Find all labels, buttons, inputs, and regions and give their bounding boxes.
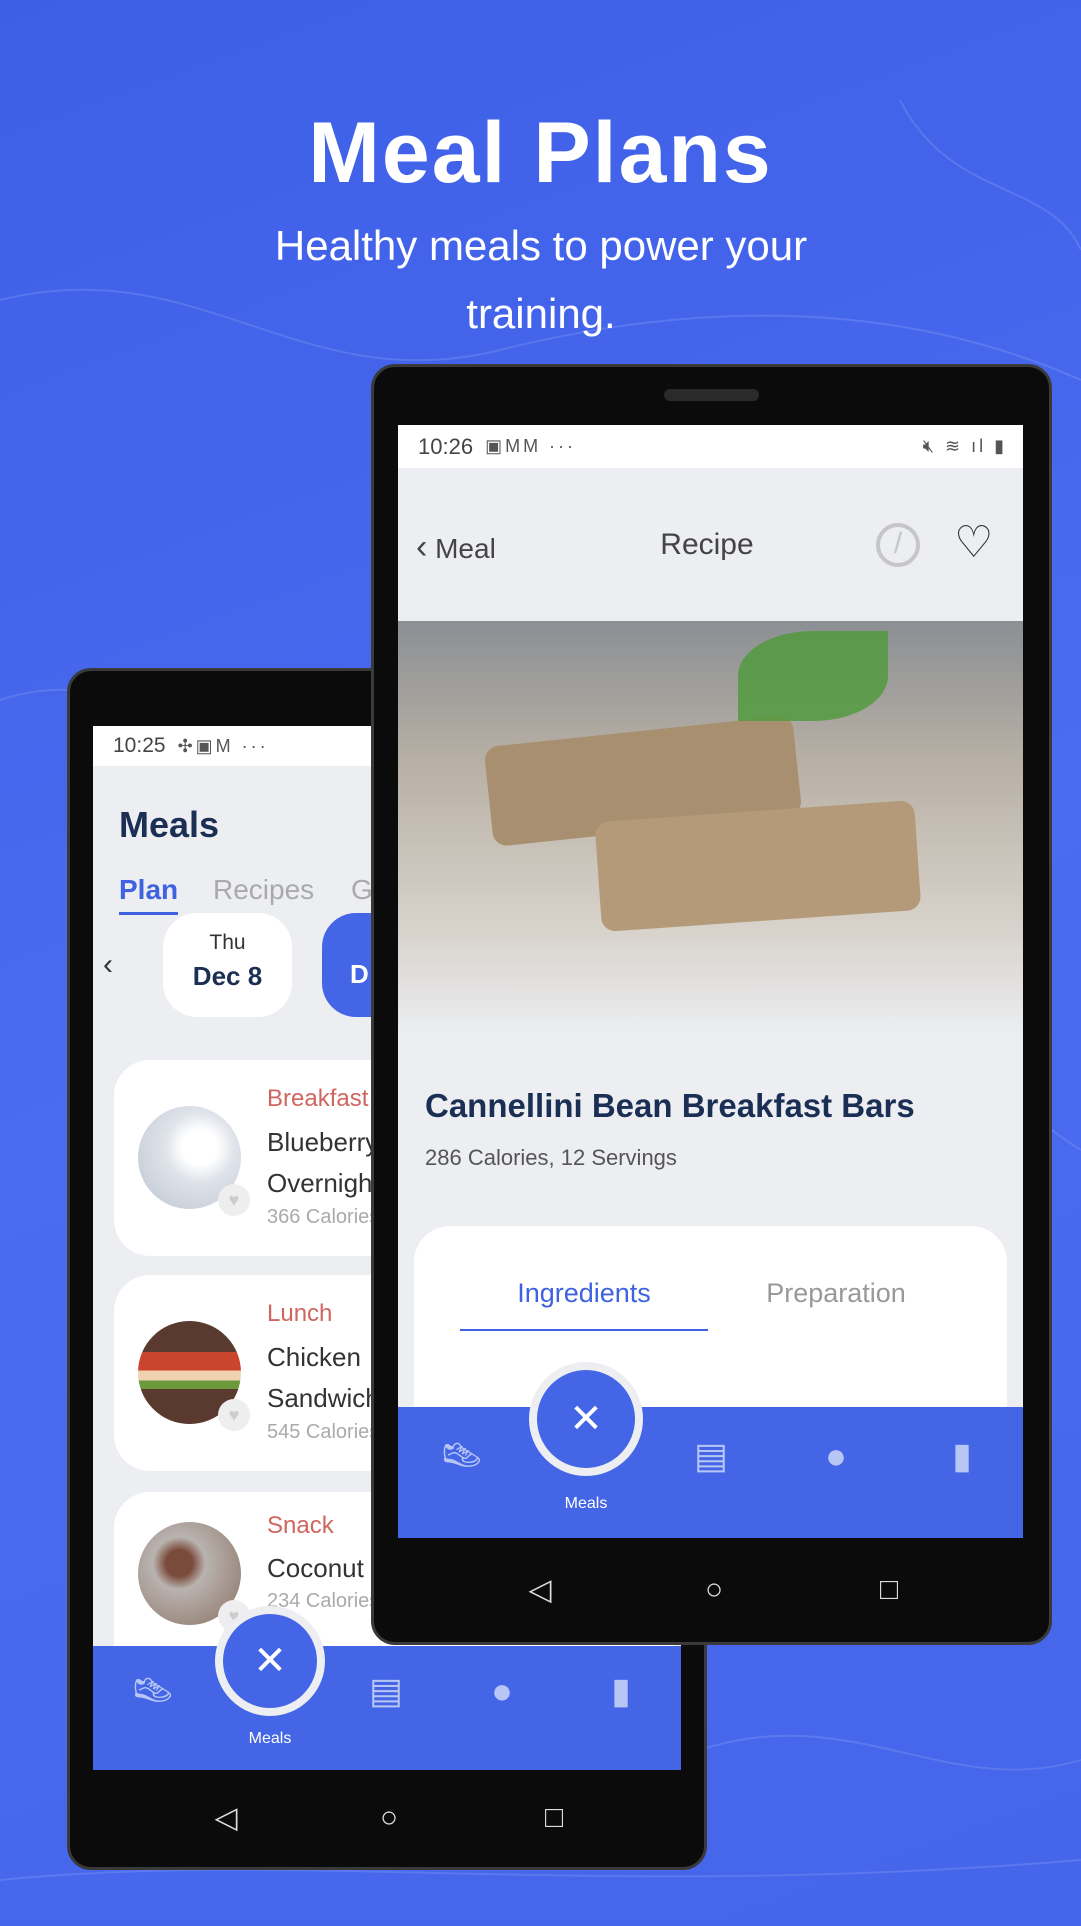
page-title: Meals [119,804,220,845]
fork-knife-icon: ✕ [569,1397,603,1441]
speaker [664,389,759,401]
clipboard-icon[interactable]: ▤ [694,1435,728,1477]
status-time: 10:26 [418,433,474,459]
tab-preparation[interactable]: Preparation [712,1278,960,1309]
nav-label-meals: Meals [564,1495,608,1512]
meal-type: Breakfast [267,1085,369,1112]
meal-name: Blueberry Overnight [267,1122,380,1204]
meals-fab[interactable]: ✕ [529,1362,643,1476]
date-date: Dec 8 [192,961,263,991]
recipe-image [398,621,1023,1036]
clipboard-icon[interactable]: ▤ [369,1670,403,1712]
bottom-nav: 👟︎ ▤ ● ▮ Meals [398,1407,1023,1538]
back-nav-icon[interactable]: ◁ [214,1801,237,1836]
block-icon[interactable]: / [876,523,920,567]
meal-type: Lunch [267,1300,333,1327]
meals-fab[interactable]: ✕ [215,1606,325,1716]
hero-subtitle: Healthy meals to power your training. [274,222,808,337]
heart-icon[interactable]: ♡ [954,517,993,568]
person-icon[interactable]: ● [491,1670,513,1712]
meal-name-line2: Sandwich [267,1383,380,1413]
home-nav-icon[interactable]: ○ [380,1801,398,1835]
shoe-icon[interactable]: 👟︎ [439,1435,485,1477]
nav-label-meals: Meals [248,1730,292,1747]
bottom-nav: 👟︎ ▤ ● ▮ Meals [93,1646,681,1770]
person-icon[interactable]: ● [825,1435,847,1477]
notification-icons: ✣▣M ··· [177,735,269,756]
back-button[interactable]: ‹ Meal [416,528,496,567]
tab-recipes[interactable]: Recipes [213,874,314,906]
bookmark-icon[interactable]: ▮ [952,1435,972,1477]
back-nav-icon[interactable]: ◁ [528,1573,551,1608]
notification-icons: ▣MM ··· [485,436,577,456]
meal-calories: 545 Calories [267,1421,380,1443]
favorite-heart-icon[interactable]: ♥ [218,1184,250,1216]
recipe-meta: 286 Calories, 12 Servings [425,1145,677,1170]
date-next-partial: D [350,959,369,989]
home-nav-icon[interactable]: ○ [705,1573,723,1607]
tab-plan[interactable]: Plan [119,874,179,915]
shoe-icon[interactable]: 👟︎ [130,1670,176,1712]
prev-date-icon[interactable]: ‹ [103,948,113,982]
bookmark-icon[interactable]: ▮ [611,1670,631,1712]
header-title: Recipe [660,528,754,561]
favorite-heart-icon[interactable]: ♥ [218,1399,250,1431]
status-bar: 10:26 ▣MM ··· 🔇︎ ≋ ıl ▮ [398,425,1023,468]
meal-name: Chicken Sandwich [267,1337,380,1419]
recipe-title: Cannellini Bean Breakfast Bars [425,1087,915,1124]
back-label: Meal [435,533,496,564]
meal-name-line2: Overnight [267,1168,380,1198]
meal-name-line1: Chicken [267,1342,361,1372]
bar-shape [594,799,922,933]
fork-knife-icon: ✕ [253,1639,287,1683]
chevron-left-icon: ‹ [416,528,428,566]
date-day: Thu [209,931,246,954]
meal-calories: 366 Calories [267,1206,380,1228]
recents-nav-icon[interactable]: □ [880,1573,898,1607]
meal-name: Coconut [267,1548,364,1589]
hero-title: Meal Plans [308,105,773,201]
status-time: 10:25 [113,734,166,757]
tab-ingredients[interactable]: Ingredients [460,1278,708,1331]
tab-partial[interactable]: G [351,874,373,906]
meal-name-line1: Coconut [267,1553,364,1583]
date-card-selected[interactable]: Thu Dec 8 [163,913,292,1017]
meal-type: Snack [267,1512,334,1539]
meal-name-line1: Blueberry [267,1127,379,1157]
recipe-screen: 10:26 ▣MM ··· 🔇︎ ≋ ıl ▮ ‹ Meal Recipe / … [398,425,1023,1538]
system-status-icons: 🔇︎ ≋ ıl ▮ [922,436,1007,456]
mint-leaf [738,631,888,721]
recents-nav-icon[interactable]: □ [545,1801,563,1835]
front-phone: 10:26 ▣MM ··· 🔇︎ ≋ ıl ▮ ‹ Meal Recipe / … [371,364,1052,1645]
